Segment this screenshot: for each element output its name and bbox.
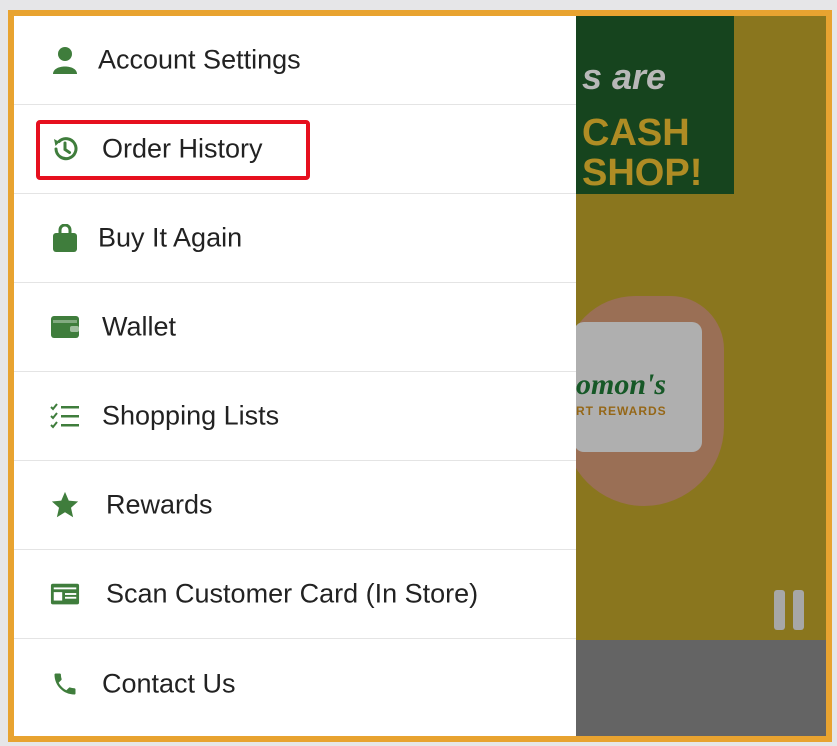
menu-item-label: Shopping Lists (102, 400, 280, 431)
menu-item-rewards[interactable]: Rewards (14, 461, 576, 550)
menu-item-label: Buy It Again (98, 222, 243, 253)
menu-item-label: Rewards (106, 489, 213, 520)
menu-item-label: Account Settings (98, 44, 301, 75)
menu-item-shopping-lists[interactable]: Shopping Lists (14, 372, 576, 461)
menu-item-scan-customer-card[interactable]: Scan Customer Card (In Store) (14, 550, 576, 639)
star-icon (50, 490, 80, 520)
menu-item-wallet[interactable]: Wallet (14, 283, 576, 372)
phone-icon (50, 669, 80, 699)
menu-item-buy-it-again[interactable]: Buy It Again (14, 194, 576, 283)
menu-item-label: Contact Us (102, 668, 236, 698)
menu-item-label: Order History (102, 133, 263, 164)
menu-item-account-settings[interactable]: Account Settings (14, 16, 576, 105)
menu-item-order-history[interactable]: Order History (14, 105, 576, 194)
wallet-icon (50, 312, 80, 342)
menu-item-label: Wallet (102, 311, 177, 342)
drawer-scrim[interactable] (574, 16, 826, 736)
menu-item-label: Scan Customer Card (In Store) (106, 578, 479, 609)
history-icon (50, 134, 80, 164)
checklist-icon (50, 401, 80, 431)
shopping-bag-icon (50, 223, 80, 253)
side-drawer-menu: Account Settings Order History Buy It Ag… (14, 16, 576, 736)
person-icon (50, 45, 80, 75)
id-card-icon (50, 579, 80, 609)
menu-item-contact-us[interactable]: Contact Us (14, 639, 576, 728)
app-frame: s are CASH SHOP! omon's RT REWARDS Accou… (8, 10, 832, 742)
